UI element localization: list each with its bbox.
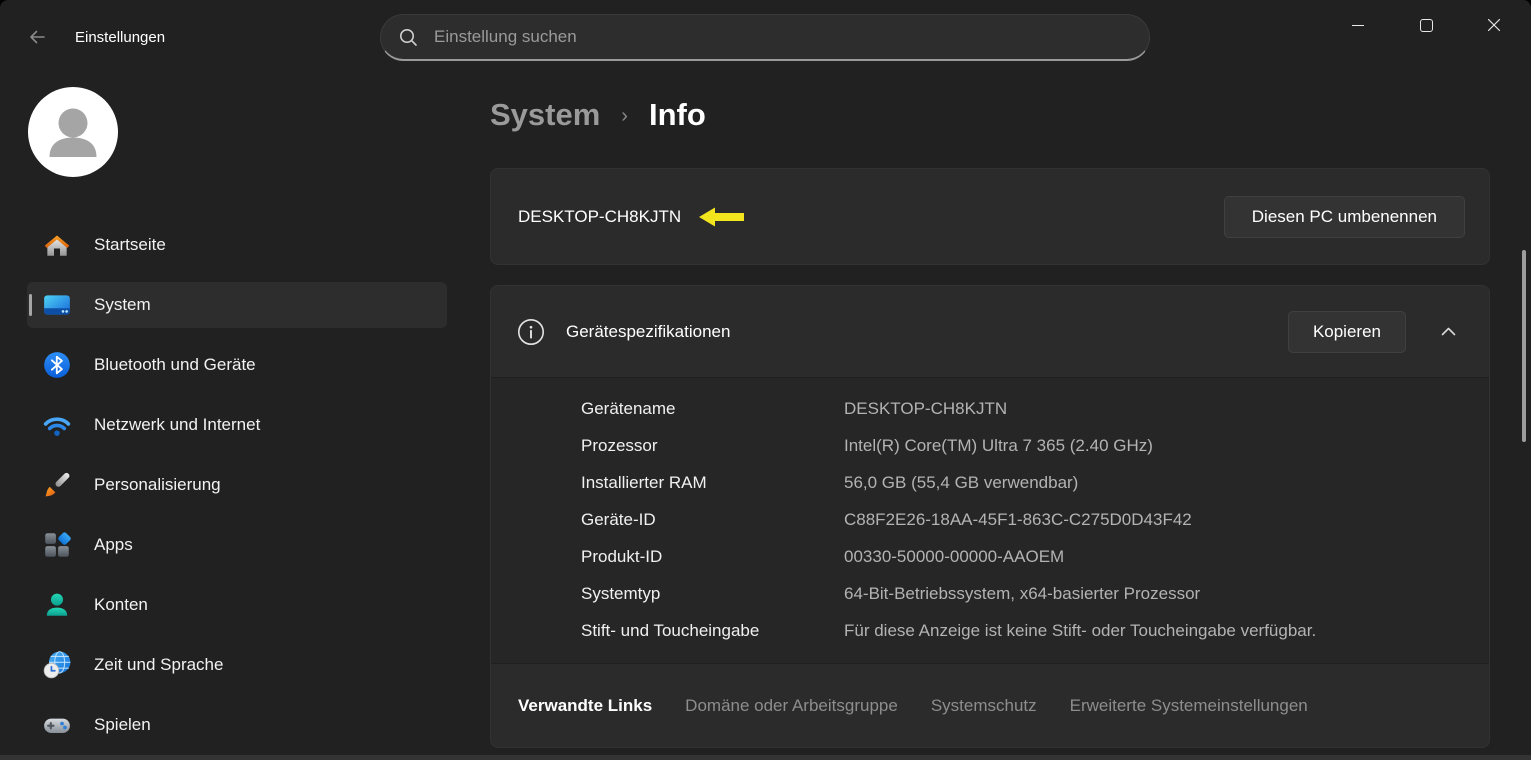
device-name-card: DESKTOP-CH8KJTN Diesen PC umbenennen: [490, 168, 1490, 265]
scrollbar-thumb[interactable]: [1522, 250, 1526, 442]
close-icon: [1487, 18, 1501, 32]
info-icon: [517, 318, 545, 346]
spec-value: 00330-50000-00000-AAOEM: [844, 547, 1064, 567]
home-icon: [42, 230, 72, 260]
time-language-icon: [42, 650, 72, 680]
sidebar-item-label: Apps: [94, 535, 133, 555]
sidebar-item-spielen[interactable]: Spielen: [27, 702, 447, 748]
spec-label: Produkt-ID: [581, 547, 844, 567]
spec-label: Gerätename: [581, 399, 844, 419]
sidebar-item-konten[interactable]: Konten: [27, 582, 447, 628]
app-title: Einstellungen: [75, 29, 165, 46]
sidebar-item-label: Spielen: [94, 715, 151, 735]
back-arrow-icon: [27, 27, 47, 47]
sidebar-item-label: Startseite: [94, 235, 166, 255]
sidebar-item-zeit-sprache[interactable]: Zeit und Sprache: [27, 642, 447, 688]
personalization-icon: [42, 470, 72, 500]
breadcrumb-system[interactable]: System: [490, 97, 600, 133]
sidebar-item-label: Konten: [94, 595, 148, 615]
spec-row-systemtyp: Systemtyp 64-Bit-Betriebssystem, x64-bas…: [491, 575, 1489, 612]
sidebar-item-netzwerk[interactable]: Netzwerk und Internet: [27, 402, 447, 448]
related-links-title: Verwandte Links: [518, 696, 652, 716]
spec-value: Für diese Anzeige ist keine Stift- oder …: [844, 621, 1316, 641]
bluetooth-icon: [42, 350, 72, 380]
spec-label: Installierter RAM: [581, 473, 844, 493]
search-box[interactable]: [380, 14, 1150, 61]
sidebar-item-label: Netzwerk und Internet: [94, 415, 260, 435]
spec-value: DESKTOP-CH8KJTN: [844, 399, 1007, 419]
page-title: Info: [649, 97, 706, 133]
chevron-up-icon: [1441, 327, 1456, 336]
spec-row-stift-touch: Stift- und Toucheingabe Für diese Anzeig…: [491, 612, 1489, 649]
rename-pc-button[interactable]: Diesen PC umbenennen: [1224, 196, 1465, 238]
settings-window: Einstellungen: [0, 0, 1531, 760]
accounts-icon: [42, 590, 72, 620]
spec-label: Stift- und Toucheingabe: [581, 621, 844, 641]
device-name: DESKTOP-CH8KJTN: [518, 207, 681, 227]
maximize-icon: [1420, 19, 1433, 32]
minimize-button[interactable]: [1335, 2, 1381, 48]
search-input[interactable]: [432, 26, 1133, 48]
sidebar-item-bluetooth[interactable]: Bluetooth und Geräte: [27, 342, 447, 388]
sidebar-item-startseite[interactable]: Startseite: [27, 222, 447, 268]
selected-indicator: [29, 294, 32, 316]
copy-button[interactable]: Kopieren: [1288, 311, 1406, 353]
spec-row-produkt-id: Produkt-ID 00330-50000-00000-AAOEM: [491, 538, 1489, 575]
spec-value: 56,0 GB (55,4 GB verwendbar): [844, 473, 1078, 493]
link-domaene-arbeitsgruppe[interactable]: Domäne oder Arbeitsgruppe: [685, 696, 898, 716]
spec-label: Prozessor: [581, 436, 844, 456]
spec-row-prozessor: Prozessor Intel(R) Core(TM) Ultra 7 365 …: [491, 427, 1489, 464]
back-button[interactable]: [16, 16, 58, 58]
spec-row-ram: Installierter RAM 56,0 GB (55,4 GB verwe…: [491, 464, 1489, 501]
minimize-icon: [1352, 25, 1364, 26]
annotation-left-arrow-icon: [698, 205, 745, 229]
breadcrumb: System › Info: [490, 92, 706, 138]
sidebar-item-system[interactable]: System: [27, 282, 447, 328]
sidebar-item-label: Bluetooth und Geräte: [94, 355, 256, 375]
person-icon: [28, 87, 118, 177]
device-name-group: DESKTOP-CH8KJTN: [518, 205, 745, 229]
device-specs-table: Gerätename DESKTOP-CH8KJTN Prozessor Int…: [491, 377, 1489, 664]
sidebar-nav: Startseite System Bluetooth und Geräte: [27, 222, 447, 760]
device-specs-header[interactable]: Gerätespezifikationen Kopieren: [491, 286, 1489, 377]
system-icon: [42, 290, 72, 320]
network-icon: [42, 410, 72, 440]
spec-row-geraete-id: Geräte-ID C88F2E26-18AA-45F1-863C-C275D0…: [491, 501, 1489, 538]
sidebar-item-apps[interactable]: Apps: [27, 522, 447, 568]
spec-label: Geräte-ID: [581, 510, 844, 530]
device-specs-title: Gerätespezifikationen: [566, 322, 730, 342]
link-systemschutz[interactable]: Systemschutz: [931, 696, 1037, 716]
collapse-toggle[interactable]: [1433, 317, 1463, 347]
link-erweiterte-systemeinstellungen[interactable]: Erweiterte Systemeinstellungen: [1070, 696, 1308, 716]
window-bottom-edge: [0, 755, 1531, 760]
search-icon: [399, 28, 418, 47]
close-button[interactable]: [1471, 2, 1517, 48]
device-specs-card: Gerätespezifikationen Kopieren Gerätenam…: [490, 285, 1490, 748]
spec-label: Systemtyp: [581, 584, 844, 604]
apps-icon: [42, 530, 72, 560]
sidebar-item-personalisierung[interactable]: Personalisierung: [27, 462, 447, 508]
sidebar-item-label: Zeit und Sprache: [94, 655, 223, 675]
spec-value: C88F2E26-18AA-45F1-863C-C275D0D43F42: [844, 510, 1192, 530]
maximize-button[interactable]: [1403, 2, 1449, 48]
spec-value: Intel(R) Core(TM) Ultra 7 365 (2.40 GHz): [844, 436, 1153, 456]
spec-row-geraetename: Gerätename DESKTOP-CH8KJTN: [491, 390, 1489, 427]
spec-value: 64-Bit-Betriebssystem, x64-basierter Pro…: [844, 584, 1200, 604]
avatar[interactable]: [28, 87, 118, 177]
related-links-row: Verwandte Links Domäne oder Arbeitsgrupp…: [491, 664, 1489, 747]
breadcrumb-separator-icon: ›: [621, 105, 628, 128]
sidebar-item-label: System: [94, 295, 151, 315]
gaming-icon: [42, 710, 72, 740]
sidebar-item-label: Personalisierung: [94, 475, 221, 495]
window-controls: [1335, 2, 1517, 48]
